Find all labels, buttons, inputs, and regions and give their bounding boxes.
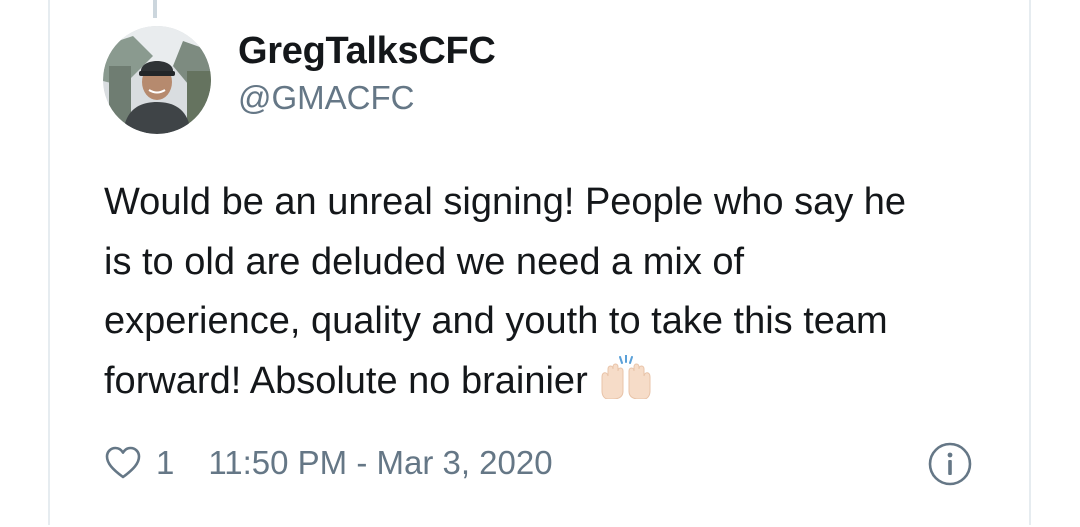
tweet-text-line: forward! Absolute no brainier: [104, 352, 1004, 418]
tweet-text: Would be an unreal signing! People who s…: [104, 173, 1004, 417]
tweet-timestamp[interactable]: 11:50 PM - Mar 3, 2020: [208, 440, 552, 486]
author-name[interactable]: GregTalksCFC: [238, 28, 496, 74]
avatar[interactable]: [103, 26, 211, 134]
tweet-text-line: is to old are deluded we need a mix of: [104, 240, 745, 283]
like-count: 1: [156, 444, 175, 481]
avatar-photo-icon: [103, 26, 211, 134]
tweet-screenshot: GregTalksCFC @GMACFC Would be an unreal …: [0, 0, 1080, 527]
heart-icon[interactable]: [104, 444, 142, 482]
thread-connector-line: [153, 0, 157, 18]
tweet-footer: 1 11:50 PM - Mar 3, 2020: [104, 440, 553, 486]
raising-hands-emoji-icon: [598, 353, 654, 418]
info-icon[interactable]: [927, 441, 973, 487]
tweet-text-line: Would be an unreal signing! People who s…: [104, 181, 907, 223]
author-handle[interactable]: @GMACFC: [238, 78, 415, 118]
tweet-text-line-content: forward! Absolute no brainier: [104, 359, 588, 402]
tweet-text-line: experience, quality and youth to take th…: [104, 300, 888, 342]
